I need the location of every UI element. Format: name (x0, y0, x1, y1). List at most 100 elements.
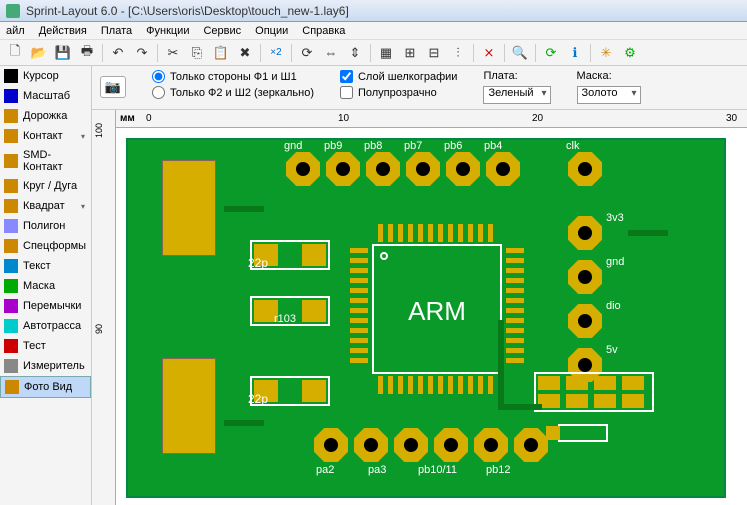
duplicate-button[interactable]: ×2 (265, 42, 287, 64)
silk-label: gnd (606, 256, 624, 268)
redo-button[interactable]: ↷ (131, 42, 153, 64)
menu-options[interactable]: Опции (255, 25, 288, 37)
main-toolbar: 🗋 📂 💾 🖶 ↶ ↷ ✂ ⎘ 📋 ✖ ×2 ⟳ ⇔ ⇕ ▦ ⊞ ⊟ ⫶ ⨯ 🔍… (0, 40, 747, 66)
cut-button[interactable]: ✂ (162, 42, 184, 64)
tool-маска[interactable]: Маска (0, 276, 91, 296)
menu-help[interactable]: Справка (302, 25, 345, 37)
tool-icon (4, 339, 18, 353)
tool-квадрат[interactable]: Квадрат▾ (0, 196, 91, 216)
pad (568, 304, 602, 338)
maska-label: Маска: (577, 70, 641, 82)
pad (474, 428, 508, 462)
tool-дорожка[interactable]: Дорожка (0, 106, 91, 126)
pad (486, 152, 520, 186)
ruler-vertical: 100 90 (92, 110, 116, 505)
maska-select[interactable]: Золото (577, 86, 641, 104)
menu-bar: айл Действия Плата Функции Сервис Опции … (0, 22, 747, 40)
open-button[interactable]: 📂 (28, 42, 50, 64)
zoom-button[interactable]: 🔍 (509, 42, 531, 64)
radio-side2[interactable]: Только Ф2 и Ш2 (зеркально) (152, 86, 314, 99)
title-bar: Sprint-Layout 6.0 - [C:\Users\oris\Deskt… (0, 0, 747, 22)
tool-тест[interactable]: Тест (0, 336, 91, 356)
menu-actions[interactable]: Действия (39, 25, 87, 37)
window-title: Sprint-Layout 6.0 - [C:\Users\oris\Deskt… (26, 4, 349, 18)
silk-label: pa3 (368, 464, 386, 476)
tool-перемычки[interactable]: Перемычки (0, 296, 91, 316)
chevron-down-icon: ▾ (79, 202, 87, 210)
tool-icon (4, 129, 18, 143)
menu-functions[interactable]: Функции (146, 25, 189, 37)
ruler-horizontal: мм 0 10 20 30 (116, 110, 747, 128)
tool-icon (4, 359, 18, 373)
save-button[interactable]: 💾 (52, 42, 74, 64)
silk-label: pb7 (404, 140, 422, 152)
silk-label: pb4 (484, 140, 502, 152)
align-button[interactable]: ▦ (375, 42, 397, 64)
grid-button[interactable]: ⫶ (447, 42, 469, 64)
silk-label: 5v (606, 344, 618, 356)
mirror-h-button[interactable]: ⇔ (320, 42, 342, 64)
silk-label: pb8 (364, 140, 382, 152)
rotate-button[interactable]: ⟳ (296, 42, 318, 64)
tool-label: Масштаб (23, 90, 70, 102)
pad (434, 428, 468, 462)
tool-label: Текст (23, 260, 51, 272)
plata-label: Плата: (483, 70, 550, 82)
tool-контакт[interactable]: Контакт▾ (0, 126, 91, 146)
new-button[interactable]: 🗋 (4, 42, 26, 64)
tool-label: Спецформы (23, 240, 86, 252)
print-button[interactable]: 🖶 (76, 42, 98, 64)
camera-icon[interactable]: 📷 (100, 76, 126, 98)
macro-button[interactable]: ✳ (595, 42, 617, 64)
silk-label: pa2 (316, 464, 334, 476)
remove-conn-button[interactable]: ⨯ (478, 42, 500, 64)
mirror-v-button[interactable]: ⇕ (344, 42, 366, 64)
paste-button[interactable]: 📋 (210, 42, 232, 64)
tool-sidebar: КурсорМасштабДорожкаКонтакт▾SMD-КонтактК… (0, 66, 92, 505)
tool-фото-вид[interactable]: Фото Вид (0, 376, 91, 398)
plata-select[interactable]: Зеленый (483, 86, 550, 104)
silk-label: 3v3 (606, 212, 624, 224)
tool-автотрасса[interactable]: Автотрасса (0, 316, 91, 336)
tool-label: Полигон (23, 220, 65, 232)
pad (568, 216, 602, 250)
ungroup-button[interactable]: ⊟ (423, 42, 445, 64)
drc-button[interactable]: ⚙ (619, 42, 641, 64)
tool-полигон[interactable]: Полигон (0, 216, 91, 236)
chk-transparent[interactable]: Полупрозрачно (340, 86, 457, 99)
group-button[interactable]: ⊞ (399, 42, 421, 64)
menu-service[interactable]: Сервис (203, 25, 241, 37)
delete-button[interactable]: ✖ (234, 42, 256, 64)
menu-board[interactable]: Плата (101, 25, 132, 37)
radio-side1[interactable]: Только стороны Ф1 и Ш1 (152, 70, 314, 83)
copy-button[interactable]: ⎘ (186, 42, 208, 64)
tool-спецформы[interactable]: Спецформы (0, 236, 91, 256)
view-options-bar: 📷 Только стороны Ф1 и Ш1 Только Ф2 и Ш2 … (92, 66, 747, 110)
pad (446, 152, 480, 186)
pad (394, 428, 428, 462)
pcb-canvas[interactable]: 22p r103 22p ARM (116, 128, 747, 505)
info-button[interactable]: ℹ (564, 42, 586, 64)
menu-file[interactable]: айл (6, 25, 25, 37)
tool-label: Контакт (23, 130, 63, 142)
tool-label: Курсор (23, 70, 59, 82)
tool-измеритель[interactable]: Измеритель (0, 356, 91, 376)
pad (568, 152, 602, 186)
tool-масштаб[interactable]: Масштаб (0, 86, 91, 106)
tool-icon (4, 89, 18, 103)
tool-icon (4, 109, 18, 123)
pad (568, 260, 602, 294)
tool-курсор[interactable]: Курсор (0, 66, 91, 86)
silk-label: pb10/11 (418, 464, 457, 476)
refresh-button[interactable]: ⟳ (540, 42, 562, 64)
chk-silkscreen[interactable]: Слой шелкографии (340, 70, 457, 83)
undo-button[interactable]: ↶ (107, 42, 129, 64)
tool-label: Фото Вид (24, 381, 72, 393)
tool-label: Дорожка (23, 110, 67, 122)
silk-label: clk (566, 140, 579, 152)
tool-текст[interactable]: Текст (0, 256, 91, 276)
tool-круг-дуга[interactable]: Круг / Дуга (0, 176, 91, 196)
tool-smd-контакт[interactable]: SMD-Контакт (0, 146, 91, 176)
pad (514, 428, 548, 462)
tool-icon (4, 299, 18, 313)
